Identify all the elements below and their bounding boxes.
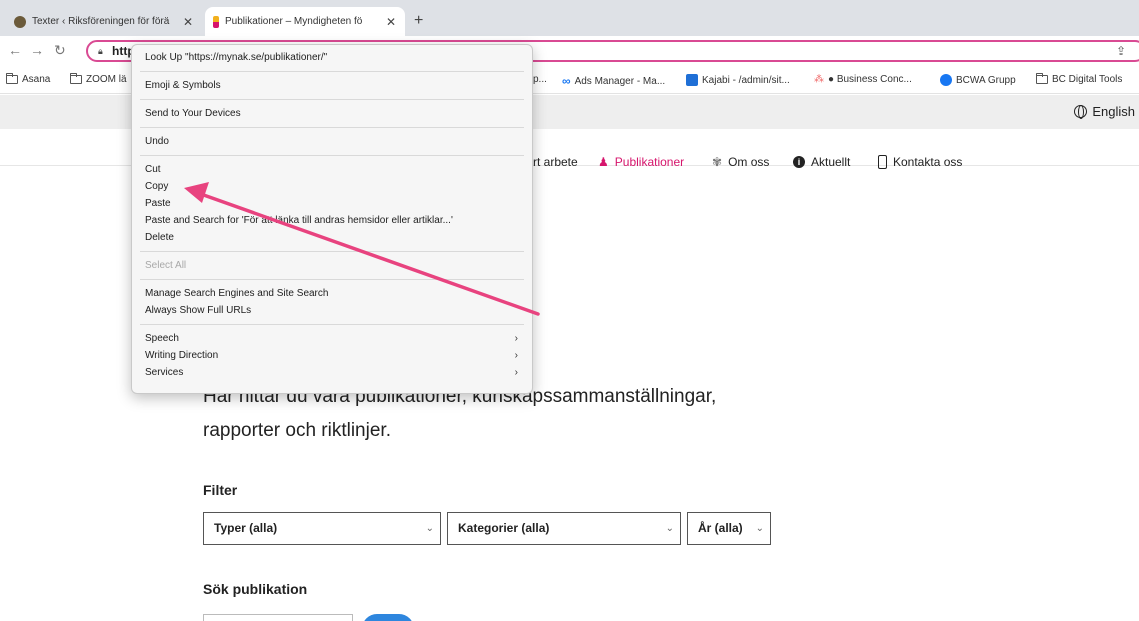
menu-item-send-to-devices[interactable]: Send to Your Devices xyxy=(132,105,532,122)
intro-line: rapporter och riktlinjer. xyxy=(203,420,391,441)
menu-separator xyxy=(140,279,524,280)
search-heading: Sök publikation xyxy=(203,581,308,597)
select-value: År (alla) xyxy=(698,521,743,535)
filter-heading: Filter xyxy=(203,482,238,498)
share-icon[interactable]: ⇪ xyxy=(1116,44,1126,58)
bookmark-asana[interactable]: Asana xyxy=(6,73,51,85)
menu-separator xyxy=(140,324,524,325)
bookmark-label: ZOOM lä xyxy=(86,74,127,85)
site-favicon-icon xyxy=(213,15,219,28)
menu-item-delete[interactable]: Delete xyxy=(132,229,532,246)
menu-separator xyxy=(140,155,524,156)
nav-label: Aktuellt xyxy=(811,155,851,169)
chevron-right-icon: › xyxy=(514,350,518,361)
bookmark-label: Ads Manager - Ma... xyxy=(574,75,666,87)
chevron-right-icon: › xyxy=(514,333,518,344)
select-value: Typer (alla) xyxy=(214,521,278,535)
menu-item-cut[interactable]: Cut xyxy=(132,161,532,178)
select-value: Kategorier (alla) xyxy=(458,521,550,535)
reload-icon[interactable]: ↻ xyxy=(54,41,66,59)
menu-item-services[interactable]: Services › xyxy=(132,364,532,381)
menu-separator xyxy=(140,71,524,72)
nav-label: Publikationer xyxy=(614,155,685,169)
bookmark-zoom[interactable]: ZOOM lä xyxy=(70,73,127,85)
phone-icon xyxy=(878,155,887,169)
nav-publikationer[interactable]: ♟ Publikationer xyxy=(598,155,684,169)
bookmark-label: p... xyxy=(533,74,547,85)
menu-separator xyxy=(140,127,524,128)
menu-item-show-full-urls[interactable]: Always Show Full URLs xyxy=(132,302,532,319)
back-icon[interactable]: ← xyxy=(8,41,22,59)
bookmark-label: BCWA Grupp xyxy=(956,74,1016,86)
filter-types-select[interactable]: Typer (alla) ⌄ xyxy=(203,512,441,545)
nav-kontakta-oss[interactable]: Kontakta oss xyxy=(878,155,962,169)
new-tab-button[interactable]: + xyxy=(414,13,423,29)
bookmark-bcwa[interactable]: BCWA Grupp xyxy=(940,74,1016,86)
menu-item-label: Services xyxy=(145,367,184,378)
tab-publikationer[interactable]: Publikationer – Myndigheten fö ✕ xyxy=(205,7,405,36)
menu-item-paste[interactable]: Paste xyxy=(132,195,532,212)
language-switch[interactable]: English xyxy=(1074,104,1135,119)
chevron-down-icon: ⌄ xyxy=(665,523,674,534)
close-icon[interactable]: ✕ xyxy=(385,15,397,29)
folder-icon xyxy=(6,73,18,84)
menu-separator xyxy=(140,99,524,100)
tab-title: Texter ‹ Riksföreningen för förä xyxy=(32,16,170,27)
menu-item-paste-and-search[interactable]: Paste and Search for 'För att länka till… xyxy=(132,212,532,229)
filter-categories-select[interactable]: Kategorier (alla) ⌄ xyxy=(447,512,681,545)
menu-item-manage-search-engines[interactable]: Manage Search Engines and Site Search xyxy=(132,285,532,302)
folder-icon xyxy=(70,73,82,84)
nav-label: rt arbete xyxy=(533,155,578,169)
menu-item-label: Writing Direction xyxy=(145,350,219,361)
menu-item-label: Speech xyxy=(145,333,179,344)
lock-icon: 🔒︎ xyxy=(98,46,103,56)
bookmark-business[interactable]: ⁂ ● Business Conc... xyxy=(814,74,912,85)
nav-om-oss[interactable]: ✾ Om oss xyxy=(712,155,769,169)
menu-item-undo[interactable]: Undo xyxy=(132,133,532,150)
menu-item-speech[interactable]: Speech › xyxy=(132,330,532,347)
nav-aktuellt[interactable]: i Aktuellt xyxy=(793,155,850,169)
emblem-icon: ✾ xyxy=(712,155,723,169)
bookmark-kajabi[interactable]: Kajabi - /admin/sit... xyxy=(686,74,790,86)
chevron-right-icon: › xyxy=(514,367,518,378)
forward-icon[interactable]: → xyxy=(30,41,44,59)
kajabi-icon xyxy=(686,74,698,86)
nav-label: Kontakta oss xyxy=(893,155,963,169)
bookmark-label: BC Digital Tools xyxy=(1052,74,1123,85)
tab-texter[interactable]: Texter ‹ Riksföreningen för förä ✕ xyxy=(6,7,202,36)
site-favicon-icon xyxy=(14,15,26,28)
bookmark-ads-manager[interactable]: ∞ Ads Manager - Ma... xyxy=(562,74,665,88)
context-menu: Look Up "https://mynak.se/publikationer/… xyxy=(131,44,533,394)
close-icon[interactable]: ✕ xyxy=(182,15,194,29)
search-button[interactable] xyxy=(362,614,414,621)
menu-separator xyxy=(140,251,524,252)
filter-year-select[interactable]: År (alla) ⌄ xyxy=(687,512,771,545)
bookmark-label: ● Business Conc... xyxy=(828,74,912,85)
facebook-icon xyxy=(940,74,952,86)
bookmark-truncated[interactable]: p... xyxy=(533,74,547,85)
tab-title: Publikationer – Myndigheten fö xyxy=(225,16,363,27)
bookmark-label: Kajabi - /admin/sit... xyxy=(702,74,790,86)
menu-item-look-up[interactable]: Look Up "https://mynak.se/publikationer/… xyxy=(132,49,532,66)
tab-strip: Texter ‹ Riksföreningen för förä ✕ Publi… xyxy=(0,0,1139,36)
menu-item-select-all: Select All xyxy=(145,260,187,271)
chevron-down-icon: ⌄ xyxy=(425,523,434,534)
meta-icon: ∞ xyxy=(562,74,571,88)
menu-item-copy[interactable]: Copy xyxy=(132,178,532,195)
bookmark-label: Asana xyxy=(22,74,51,85)
globe-icon xyxy=(1074,105,1088,119)
menu-item-emoji[interactable]: Emoji & Symbols xyxy=(132,77,532,94)
bookmark-bc-digital[interactable]: BC Digital Tools xyxy=(1036,73,1123,85)
nav-vart-arbete[interactable]: rt arbete xyxy=(533,155,578,169)
folder-icon xyxy=(1036,73,1048,84)
book-reader-icon: ♟ xyxy=(598,155,609,169)
language-label: English xyxy=(1092,104,1135,119)
nav-label: Om oss xyxy=(728,155,770,169)
menu-item-writing-direction[interactable]: Writing Direction › xyxy=(132,347,532,364)
info-icon: i xyxy=(793,156,805,168)
chevron-down-icon: ⌄ xyxy=(755,523,764,534)
asana-icon: ⁂ xyxy=(814,74,824,85)
search-input[interactable] xyxy=(203,614,353,621)
